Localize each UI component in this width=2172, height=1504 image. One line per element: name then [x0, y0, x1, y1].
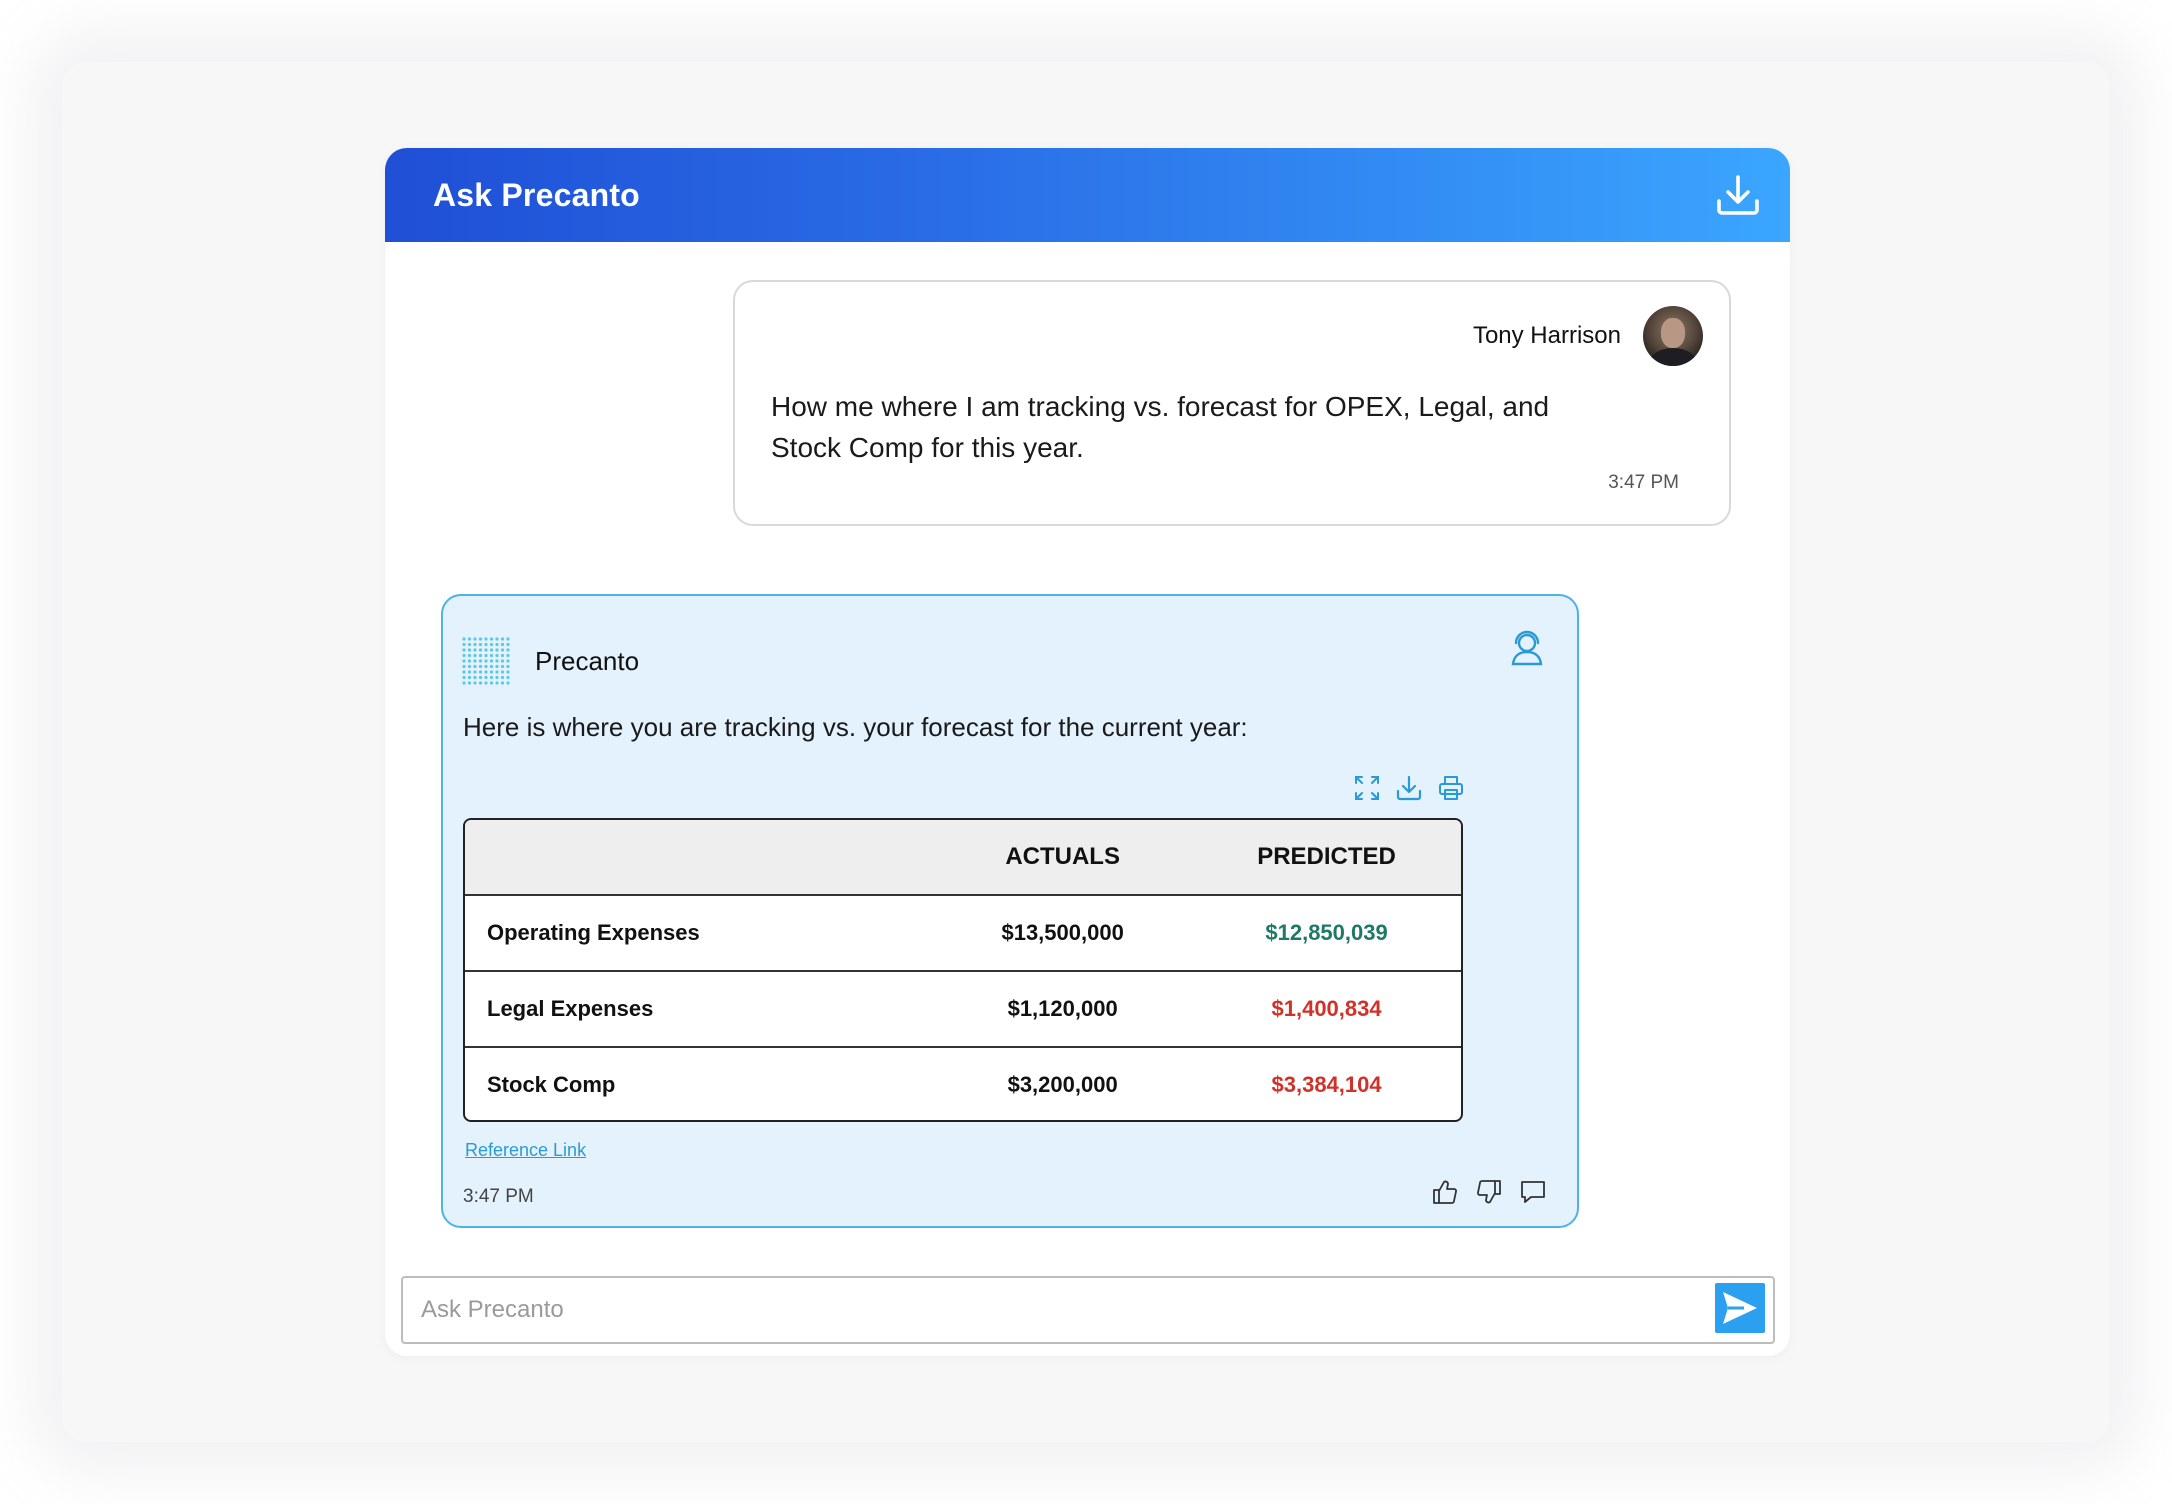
table-tools — [1353, 774, 1465, 802]
table-header: ACTUALS PREDICTED — [465, 820, 1461, 894]
comment-icon[interactable] — [1519, 1178, 1547, 1206]
precanto-logo-icon — [461, 636, 511, 686]
thumbs-up-icon[interactable] — [1431, 1178, 1459, 1206]
table-header-actuals: ACTUALS — [1005, 843, 1120, 870]
agent-icon[interactable] — [1507, 628, 1547, 668]
chat-input[interactable] — [421, 1278, 1661, 1342]
row-actual: $1,120,000 — [1007, 996, 1118, 1021]
user-message: Tony Harrison How me where I am tracking… — [733, 280, 1731, 526]
avatar — [1643, 306, 1703, 366]
feedback-actions — [1431, 1178, 1547, 1206]
user-header: Tony Harrison — [1473, 306, 1703, 366]
row-predicted: $12,850,039 — [1265, 920, 1388, 945]
chat-title: Ask Precanto — [433, 176, 640, 213]
bot-message: Precanto Here is where you are tracking … — [441, 594, 1579, 1228]
chat-window: Ask Precanto Tony Harrison How me where … — [385, 148, 1790, 1356]
row-actual: $3,200,000 — [1007, 1072, 1118, 1097]
bot-message-time: 3:47 PM — [463, 1186, 534, 1207]
table-row: Stock Comp $3,200,000 $3,384,104 — [465, 1046, 1461, 1120]
send-icon — [1723, 1292, 1757, 1324]
bot-name: Precanto — [535, 646, 640, 676]
forecast-table: ACTUALS PREDICTED Operating Expenses $13… — [463, 818, 1463, 1122]
print-icon[interactable] — [1437, 774, 1465, 802]
expand-icon[interactable] — [1353, 774, 1381, 802]
thumbs-down-icon[interactable] — [1475, 1178, 1503, 1206]
row-label: Legal Expenses — [487, 996, 654, 1021]
bot-message-text: Here is where you are tracking vs. your … — [463, 712, 1248, 742]
row-label: Stock Comp — [487, 1072, 616, 1097]
row-predicted: $3,384,104 — [1271, 1072, 1382, 1097]
download-icon[interactable] — [1710, 167, 1766, 223]
row-label: Operating Expenses — [487, 920, 700, 945]
chat-input-bar — [401, 1276, 1775, 1344]
user-message-text: How me where I am tracking vs. forecast … — [771, 391, 1550, 463]
send-button[interactable] — [1715, 1283, 1765, 1333]
table-row: Operating Expenses $13,500,000 $12,850,0… — [465, 894, 1461, 970]
row-predicted: $1,400,834 — [1271, 996, 1382, 1021]
row-actual: $13,500,000 — [1001, 920, 1124, 945]
table-row: Legal Expenses $1,120,000 $1,400,834 — [465, 970, 1461, 1046]
chat-header: Ask Precanto — [385, 148, 1790, 242]
reference-link[interactable]: Reference Link — [465, 1140, 586, 1161]
user-message-time: 3:47 PM — [1608, 472, 1679, 493]
table-header-predicted: PREDICTED — [1257, 843, 1396, 870]
user-name: Tony Harrison — [1472, 322, 1621, 349]
download-icon[interactable] — [1395, 774, 1423, 802]
